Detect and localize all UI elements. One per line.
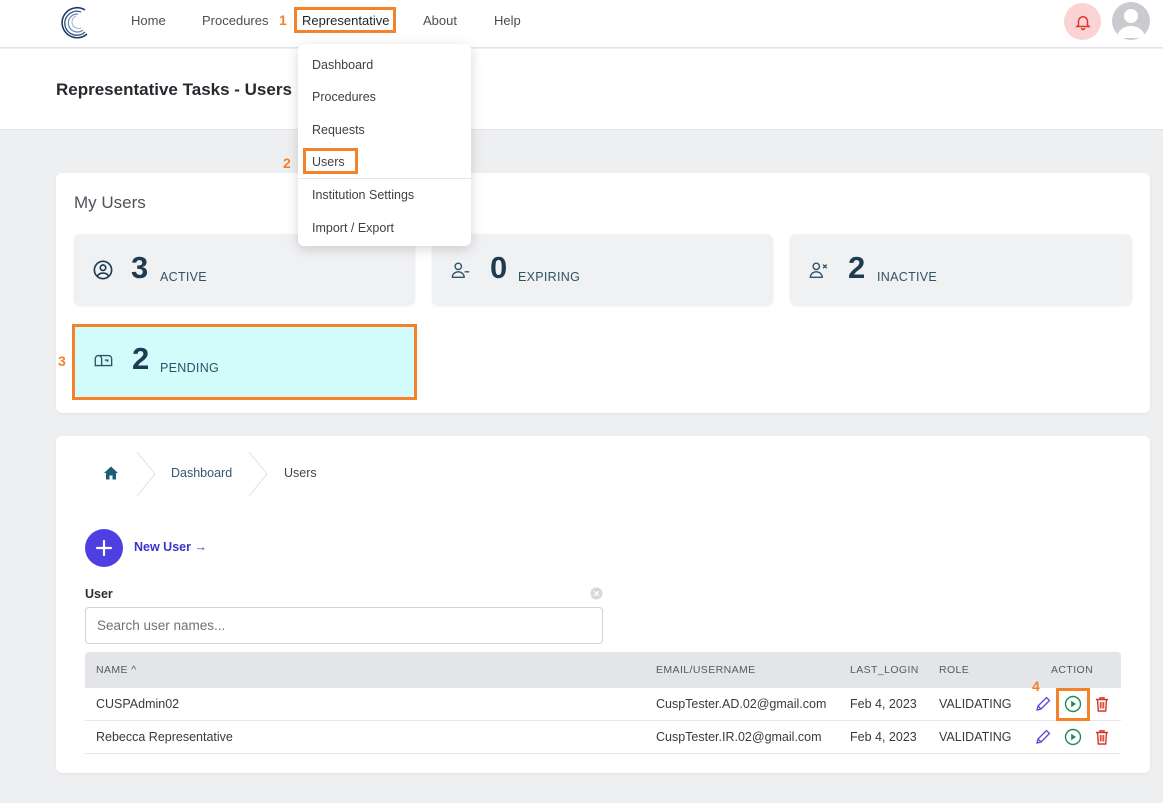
stat-count: 0 xyxy=(490,250,508,285)
cell-name: CUSPAdmin02 xyxy=(96,697,180,711)
cell-last-login: Feb 4, 2023 xyxy=(850,730,917,744)
breadcrumb-dashboard[interactable]: Dashboard xyxy=(171,466,232,480)
nav-home[interactable]: Home xyxy=(131,13,166,28)
representative-dropdown-menu: Dashboard Procedures Requests Users Inst… xyxy=(298,44,471,246)
clear-icon[interactable] xyxy=(590,587,603,600)
plus-icon xyxy=(95,539,113,557)
cell-name: Rebecca Representative xyxy=(96,730,233,744)
annotation-number: 2 xyxy=(283,155,291,171)
stat-count: 2 xyxy=(848,250,866,285)
annotation-box xyxy=(303,148,358,174)
annotation-box xyxy=(72,324,417,400)
breadcrumb-separator xyxy=(136,452,156,496)
cell-role: VALIDATING xyxy=(939,730,1012,744)
annotation-number: 4 xyxy=(1032,678,1040,694)
annotation-number: 1 xyxy=(279,12,287,28)
page-header: Representative Tasks - Users xyxy=(0,49,1163,130)
nav-help[interactable]: Help xyxy=(494,13,521,28)
column-header-name[interactable]: NAME ^ xyxy=(96,664,137,676)
avatar[interactable] xyxy=(1112,2,1150,40)
user-avatar-icon xyxy=(1117,9,1145,38)
stat-label: INACTIVE xyxy=(877,270,938,284)
user-x-icon xyxy=(809,262,828,278)
user-circle-icon xyxy=(93,260,113,280)
page-title: Representative Tasks - Users xyxy=(56,80,292,99)
table-row: CUSPAdmin02 CuspTester.AD.02@gmail.com F… xyxy=(85,688,1121,721)
search-input[interactable] xyxy=(85,607,603,644)
card-title: My Users xyxy=(74,193,146,212)
breadcrumb-users: Users xyxy=(284,466,317,480)
trash-icon[interactable] xyxy=(1093,728,1111,746)
menu-item-requests[interactable]: Requests xyxy=(312,123,365,137)
nav-about[interactable]: About xyxy=(423,13,457,28)
stat-label: EXPIRING xyxy=(518,270,581,284)
user-filter-label: User xyxy=(85,587,113,601)
menu-divider xyxy=(298,178,471,179)
home-icon[interactable] xyxy=(103,465,119,481)
stat-expiring[interactable]: 0 EXPIRING xyxy=(432,234,773,305)
column-header-role: ROLE xyxy=(939,664,970,676)
user-minus-icon xyxy=(451,262,470,278)
logo-icon[interactable] xyxy=(55,4,91,40)
cell-email: CuspTester.AD.02@gmail.com xyxy=(656,697,827,711)
trash-icon[interactable] xyxy=(1093,695,1111,713)
menu-item-dashboard[interactable]: Dashboard xyxy=(312,58,373,72)
annotation-number: 3 xyxy=(58,353,66,369)
play-icon[interactable] xyxy=(1064,728,1082,746)
stat-count: 3 xyxy=(131,250,149,285)
annotation-box xyxy=(294,7,396,33)
cell-role: VALIDATING xyxy=(939,697,1012,711)
stat-inactive[interactable]: 2 INACTIVE xyxy=(790,234,1132,305)
column-header-action: ACTION xyxy=(1051,664,1094,676)
table-header: NAME ^ EMAIL/USERNAME LAST_LOGIN ROLE AC… xyxy=(85,652,1121,688)
annotation-box xyxy=(1056,688,1090,721)
cell-email: CuspTester.IR.02@gmail.com xyxy=(656,730,822,744)
menu-item-import-export[interactable]: Import / Export xyxy=(312,221,394,235)
column-header-last-login: LAST_LOGIN xyxy=(850,664,919,676)
breadcrumb-separator xyxy=(248,452,268,496)
cell-last-login: Feb 4, 2023 xyxy=(850,697,917,711)
menu-item-procedures[interactable]: Procedures xyxy=(312,90,376,104)
edit-icon[interactable] xyxy=(1034,695,1052,713)
edit-icon[interactable] xyxy=(1034,728,1052,746)
top-navigation: Home Procedures Representative About Hel… xyxy=(0,0,1163,48)
new-user-link[interactable]: New User → xyxy=(134,540,207,554)
notifications-button[interactable] xyxy=(1064,3,1101,40)
column-header-email: EMAIL/USERNAME xyxy=(656,664,756,676)
table-row: Rebecca Representative CuspTester.IR.02@… xyxy=(85,721,1121,754)
add-user-button[interactable] xyxy=(85,529,123,567)
nav-procedures[interactable]: Procedures xyxy=(202,13,268,28)
bell-icon xyxy=(1074,15,1091,30)
stat-label: ACTIVE xyxy=(160,270,207,284)
menu-item-institution-settings[interactable]: Institution Settings xyxy=(312,188,414,202)
